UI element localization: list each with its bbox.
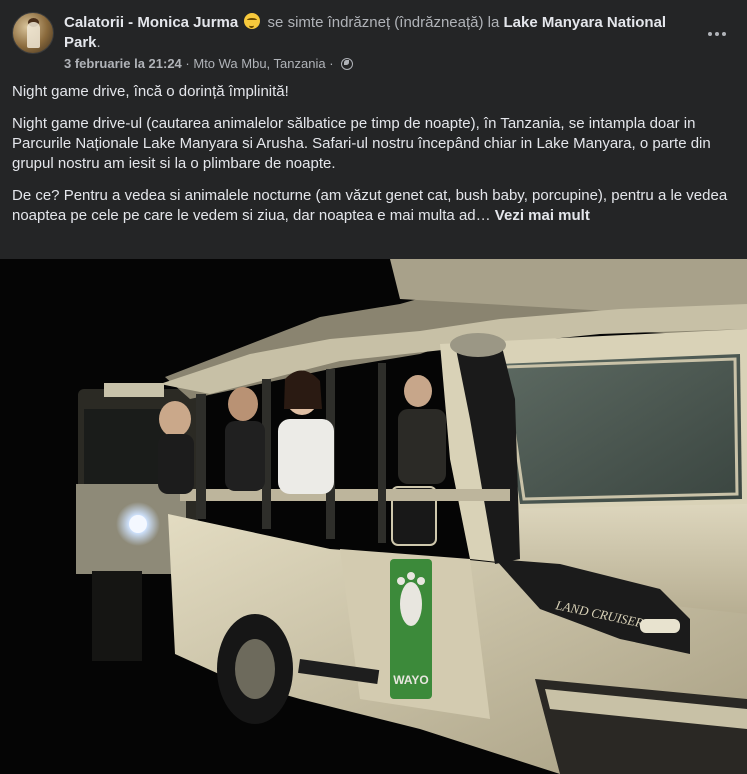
post-text: Night game drive, încă o dorință împlini… xyxy=(12,82,728,238)
post-paragraph-3-text: De ce? Pentru a vedea si animalele noctu… xyxy=(12,187,728,224)
post-paragraph-3: De ce? Pentru a vedea si animalele noctu… xyxy=(12,186,728,226)
feeling-icon xyxy=(244,13,261,29)
avatar-figure xyxy=(27,22,40,48)
author-avatar[interactable] xyxy=(12,12,54,54)
headline-period: . xyxy=(96,34,101,51)
door-logo-text: WAYO xyxy=(393,673,429,687)
more-options-icon[interactable] xyxy=(699,22,735,46)
meta-separator: · xyxy=(181,56,194,71)
globe-icon[interactable] xyxy=(341,58,354,70)
post-header: Calatorii - Monica Jurma se simte îndrăz… xyxy=(12,12,735,72)
more-dot xyxy=(708,32,712,36)
meta-separator-2: · xyxy=(325,56,338,71)
post-date[interactable]: 3 februarie la 21:24 xyxy=(64,56,182,71)
feeling-text: se simte îndrăzneț (îndrăzneață) la xyxy=(263,14,504,31)
see-more-link[interactable]: Vezi mai mult xyxy=(495,207,590,224)
author-name[interactable]: Calatorii - Monica Jurma xyxy=(64,14,238,31)
post-headline: Calatorii - Monica Jurma se simte îndrăz… xyxy=(64,13,674,53)
post-photo[interactable]: WAYO LAND CRUISER xyxy=(0,259,747,774)
post-paragraph-2: Night game drive-ul (cautarea animalelor… xyxy=(12,115,711,172)
post-card: Calatorii - Monica Jurma se simte îndrăz… xyxy=(0,0,747,774)
more-dot xyxy=(722,32,726,36)
safari-night-photo: WAYO LAND CRUISER xyxy=(0,259,747,774)
post-paragraph-1: Night game drive, încă o dorință împlini… xyxy=(12,83,289,100)
post-meta: 3 februarie la 21:24 · Mto Wa Mbu, Tanza… xyxy=(64,56,354,72)
more-dot xyxy=(715,32,719,36)
post-location[interactable]: Mto Wa Mbu, Tanzania xyxy=(193,56,325,71)
